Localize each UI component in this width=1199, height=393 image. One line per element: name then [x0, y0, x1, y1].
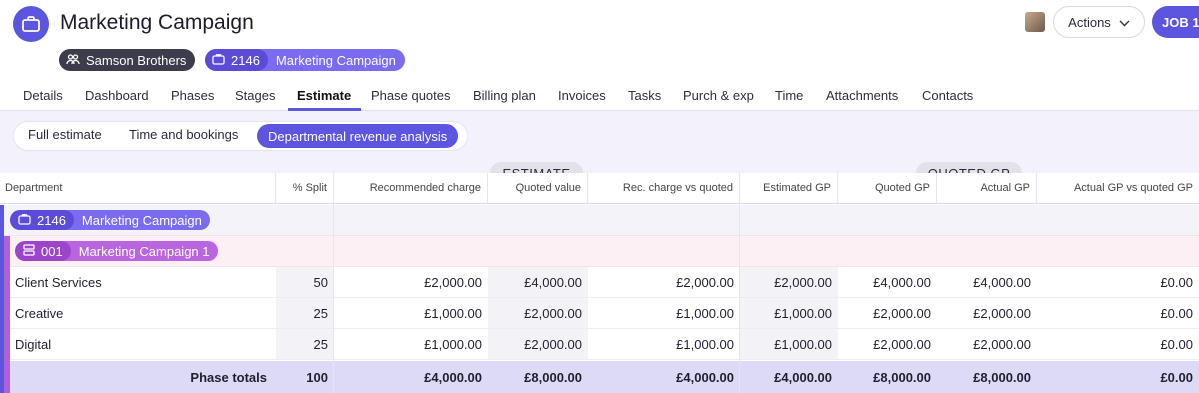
table-row[interactable]: Client Services 50 £2,000.00 £4,000.00 £…: [0, 267, 1199, 298]
split-value: 25: [276, 298, 334, 328]
actual-gp-total: £8,000.00: [973, 369, 1031, 385]
estimate-view-switch: Full estimate Time and bookings Departme…: [13, 121, 468, 151]
job-button-label: JOB 1...: [1162, 14, 1199, 30]
tab-time[interactable]: Time: [775, 88, 803, 103]
column-divider: [739, 173, 740, 393]
quoted-value: £2,000.00: [488, 298, 588, 328]
department-name: Client Services: [15, 274, 102, 290]
phase-row-chip[interactable]: 001 Marketing Campaign 1: [15, 241, 218, 261]
col-estimated-gp[interactable]: Estimated GP: [740, 173, 838, 203]
col-recommended-charge[interactable]: Recommended charge: [334, 173, 488, 203]
phase-indicator-bar: [4, 236, 10, 393]
split-total: 100: [306, 369, 328, 385]
department-name: Creative: [15, 305, 64, 321]
chevron-down-icon: [1119, 15, 1130, 30]
rec-vs-quoted: £2,000.00: [676, 274, 734, 290]
tab-purch-exp[interactable]: Purch & exp: [683, 88, 754, 103]
job-row-name: Marketing Campaign: [81, 212, 202, 228]
tab-tasks[interactable]: Tasks: [628, 88, 661, 103]
tab-estimate[interactable]: Estimate: [297, 88, 351, 103]
job-number: 2146: [231, 52, 260, 68]
phase-totals-label: Phase totals: [190, 369, 267, 385]
job-row-number: 2146: [37, 212, 66, 228]
estimate-subnav: Full estimate Time and bookings Departme…: [0, 111, 1199, 184]
tab-details[interactable]: Details: [23, 88, 63, 103]
avatar[interactable]: [1025, 12, 1045, 32]
client-name: Samson Brothers: [86, 52, 187, 68]
page-title: Marketing Campaign: [60, 11, 254, 34]
quoted-value-total: £8,000.00: [524, 369, 582, 385]
quoted-gp: £4,000.00: [873, 274, 931, 290]
col-quoted-value[interactable]: Quoted value: [488, 173, 588, 203]
table-header: Department % Split Recommended charge Qu…: [0, 173, 1199, 204]
col-actual-vs-quoted[interactable]: Actual GP vs quoted GP: [1037, 173, 1199, 203]
job-name: Marketing Campaign: [275, 52, 396, 68]
job-chip[interactable]: 2146 Marketing Campaign: [205, 49, 405, 71]
subtab-departmental-revenue[interactable]: Departmental revenue analysis: [257, 124, 459, 148]
actual-vs-quoted: £0.00: [1160, 274, 1193, 290]
actual-gp: £4,000.00: [973, 274, 1031, 290]
recommended-charge-total: £4,000.00: [424, 369, 482, 385]
phase-row: 001 Marketing Campaign 1: [0, 236, 1199, 267]
rec-vs-quoted: £1,000.00: [676, 305, 734, 321]
actual-gp: £2,000.00: [973, 305, 1031, 321]
tab-phases[interactable]: Phases: [171, 88, 214, 103]
client-chip[interactable]: Samson Brothers: [59, 49, 196, 71]
col-department[interactable]: Department: [0, 173, 276, 203]
col-rec-vs-quoted[interactable]: Rec. charge vs quoted: [588, 173, 740, 203]
tab-bar: Details Dashboard Phases Stages Estimate…: [0, 80, 1199, 111]
estimated-gp: £2,000.00: [740, 267, 838, 297]
recommended-charge: £1,000.00: [424, 305, 482, 321]
rec-vs-quoted: £1,000.00: [676, 336, 734, 352]
table-row[interactable]: Creative 25 £1,000.00 £2,000.00 £1,000.0…: [0, 298, 1199, 329]
tab-invoices[interactable]: Invoices: [558, 88, 606, 103]
col-quoted-gp[interactable]: Quoted GP: [838, 173, 937, 203]
table-row[interactable]: Digital 25 £1,000.00 £2,000.00 £1,000.00…: [0, 329, 1199, 360]
estimated-gp: £1,000.00: [740, 298, 838, 328]
actual-vs-quoted: £0.00: [1160, 305, 1193, 321]
recommended-charge: £2,000.00: [424, 274, 482, 290]
quoted-value: £2,000.00: [488, 329, 588, 359]
quoted-value: £4,000.00: [488, 267, 588, 297]
quoted-gp: £2,000.00: [873, 305, 931, 321]
recommended-charge: £1,000.00: [424, 336, 482, 352]
department-name: Digital: [15, 336, 52, 352]
estimated-gp-total: £4,000.00: [774, 369, 832, 385]
job-button[interactable]: JOB 1...: [1152, 6, 1199, 38]
briefcase-icon: [13, 6, 49, 42]
col-actual-gp[interactable]: Actual GP: [937, 173, 1037, 203]
tab-dashboard[interactable]: Dashboard: [85, 88, 149, 103]
phase-icon: [23, 243, 35, 259]
actions-button[interactable]: Actions: [1053, 6, 1145, 38]
estimated-gp: £1,000.00: [740, 329, 838, 359]
briefcase-icon: [212, 53, 225, 68]
rec-vs-quoted-total: £4,000.00: [676, 369, 734, 385]
tab-contacts[interactable]: Contacts: [922, 88, 973, 103]
actual-vs-quoted-total: £0.00: [1160, 369, 1193, 385]
column-divider: [333, 173, 334, 393]
actual-gp: £2,000.00: [973, 336, 1031, 352]
job-row: 2146 Marketing Campaign: [0, 205, 1199, 236]
tab-billing-plan[interactable]: Billing plan: [473, 88, 536, 103]
actions-label: Actions: [1068, 14, 1111, 30]
client-group-icon: [66, 53, 80, 68]
split-value: 50: [276, 267, 334, 297]
briefcase-icon: [18, 213, 31, 228]
phase-totals-row: Phase totals 100 £4,000.00 £8,000.00 £4,…: [0, 361, 1199, 393]
phase-row-name: Marketing Campaign 1: [78, 243, 210, 259]
col-split[interactable]: % Split: [276, 173, 334, 203]
quoted-gp: £2,000.00: [873, 336, 931, 352]
phase-row-number: 001: [41, 243, 63, 259]
quoted-gp-total: £8,000.00: [873, 369, 931, 385]
subtab-time-bookings[interactable]: Time and bookings: [129, 127, 238, 142]
actual-vs-quoted: £0.00: [1160, 336, 1193, 352]
subtab-full-estimate[interactable]: Full estimate: [28, 127, 102, 142]
tab-stages[interactable]: Stages: [235, 88, 275, 103]
job-row-chip[interactable]: 2146 Marketing Campaign: [10, 210, 210, 230]
tab-attachments[interactable]: Attachments: [826, 88, 898, 103]
job-header: Marketing Campaign Samson Brothers 2146 …: [0, 0, 1199, 78]
split-value: 25: [276, 329, 334, 359]
tab-phase-quotes[interactable]: Phase quotes: [371, 88, 451, 103]
